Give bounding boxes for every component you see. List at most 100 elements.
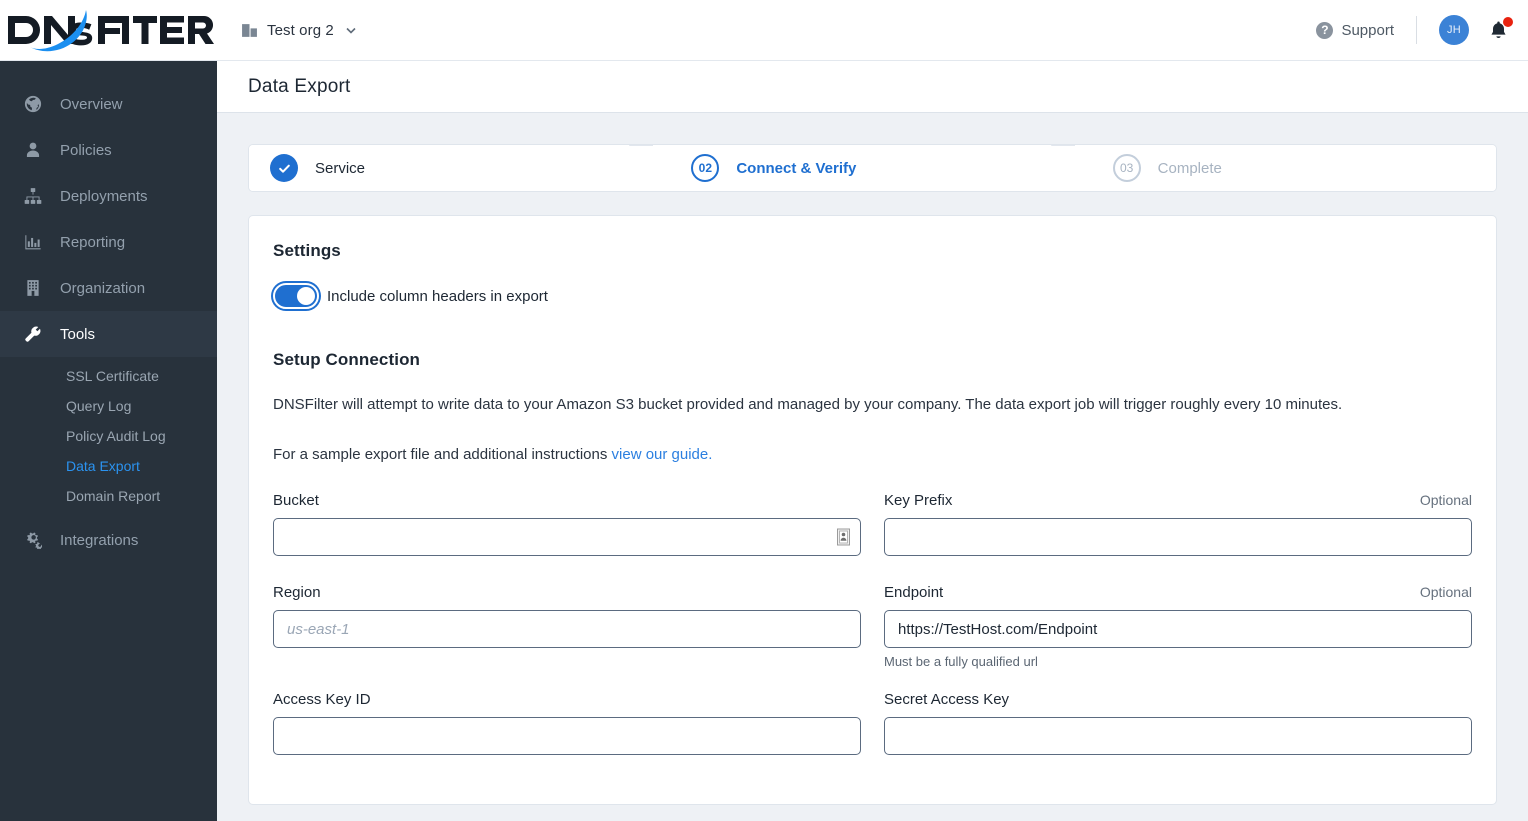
sidebar-item-tools[interactable]: Tools [0,311,217,357]
top-bar: Test org 2 ? Support JH [0,0,1528,61]
wrench-icon [25,326,41,342]
key-prefix-input[interactable] [884,518,1472,556]
field-bucket: Bucket [273,492,861,562]
bucket-input[interactable] [273,518,861,556]
sidebar-item-label: Reporting [60,233,126,251]
sidebar-item-overview[interactable]: Overview [0,81,217,127]
step-label: Service [315,159,366,177]
region-input[interactable] [273,610,861,648]
sidebar-item-label: Tools [60,325,96,343]
avatar[interactable]: JH [1439,15,1469,45]
field-head: Key Prefix Optional [884,492,1472,509]
input-wrap [273,610,861,648]
building-icon [27,280,39,296]
access-key-id-input[interactable] [273,717,861,755]
include-headers-row: Include column headers in export [273,283,1472,309]
sidebar-item-label: Integrations [60,531,139,549]
include-column-headers-label: Include column headers in export [327,287,548,305]
sidebar-item-label: Overview [60,95,123,113]
include-column-headers-toggle[interactable] [273,283,319,309]
building-icon [242,23,257,37]
sidebar-item-organization[interactable]: Organization [0,265,217,311]
secret-access-key-input[interactable] [884,717,1472,755]
field-label: Access Key ID [273,691,371,708]
chevron-down-icon [346,27,356,34]
sidebar-subitem-ssl-certificate[interactable]: SSL Certificate [0,361,217,391]
page-title: Data Export [248,75,351,97]
sidebar-item-label: Deployments [60,187,148,205]
sidebar-subitem-label: Query Log [66,398,132,414]
question-circle-icon: ? [1316,21,1334,39]
sidebar-subitem-label: Policy Audit Log [66,428,166,444]
page-header: Data Export [217,61,1528,113]
input-wrap [884,518,1472,556]
settings-card: Settings Include column headers in expor… [248,215,1497,805]
sidebar-item-policies[interactable]: Policies [0,127,217,173]
sidebar-subitem-policy-audit-log[interactable]: Policy Audit Log [0,421,217,451]
input-wrap [884,717,1472,755]
field-label: Region [273,584,321,601]
wizard-stepper: Service 02 Connect & Verify 03 Complete [248,144,1497,192]
sidebar-subitem-label: Data Export [66,458,140,474]
autofill-icon[interactable] [837,528,850,546]
org-name: Test org 2 [267,21,334,39]
dnsfilter-logo[interactable] [0,0,217,61]
field-head: Bucket [273,492,861,509]
input-wrap [884,610,1472,648]
sitemap-icon [24,188,42,204]
field-head: Endpoint Optional [884,584,1472,601]
field-region: Region [273,584,861,669]
step-connect-verify[interactable]: 02 Connect & Verify [653,145,1075,191]
endpoint-hint: Must be a fully qualified url [884,654,1038,669]
toggle-knob [297,287,315,305]
sidebar-item-label: Organization [60,279,146,297]
gears-icon [27,532,42,549]
step-badge-number: 02 [691,154,720,182]
header-divider [1416,16,1417,44]
sidebar: Overview Policies Deployments Reporting [0,61,217,821]
view-our-guide-link[interactable]: view our guide. [612,446,713,463]
support-label: Support [1341,21,1394,39]
support-button[interactable]: ? Support [1316,21,1394,39]
sidebar-item-reporting[interactable]: Reporting [0,219,217,265]
sidebar-subitem-label: Domain Report [66,488,161,504]
sidebar-item-integrations[interactable]: Integrations [0,517,217,563]
step-service[interactable]: Service [249,145,654,191]
notifications-button[interactable] [1489,16,1513,41]
setup-connection-heading: Setup Connection [273,350,421,369]
field-optional: Optional [1419,492,1472,508]
sidebar-subitem-data-export[interactable]: Data Export [0,451,217,481]
field-head: Access Key ID [273,691,861,708]
step-label: Complete [1157,159,1222,177]
field-head: Secret Access Key [884,691,1472,708]
input-wrap [273,518,861,556]
field-label: Endpoint [884,584,944,601]
sidebar-subitem-label: SSL Certificate [66,368,159,384]
step-label: Connect & Verify [736,159,857,177]
sidebar-subitem-domain-report[interactable]: Domain Report [0,481,217,511]
field-optional: Optional [1419,584,1472,600]
globe-icon [24,95,42,113]
topbar-right-cluster: ? Support JH [1316,15,1528,45]
field-label: Key Prefix [884,492,953,509]
step-complete[interactable]: 03 Complete [1074,145,1496,191]
guide-line: For a sample export file and additional … [273,442,1453,467]
tools-subnav: SSL Certificate Query Log Policy Audit L… [0,357,217,517]
sidebar-item-label: Policies [60,141,112,159]
field-access-key-id: Access Key ID [273,691,861,761]
field-secret-access-key: Secret Access Key [884,691,1472,761]
org-switcher[interactable]: Test org 2 [241,22,357,39]
connection-form: Bucket Key Prefix Optional Region us-eas… [273,492,1472,783]
field-head: Region [273,584,861,601]
field-key-prefix: Key Prefix Optional [884,492,1472,562]
sidebar-item-deployments[interactable]: Deployments [0,173,217,219]
step-badge-done [270,154,298,182]
notification-dot [1503,16,1513,27]
page-content: Service 02 Connect & Verify 03 Complete … [217,113,1528,821]
field-label: Secret Access Key [884,691,1010,708]
endpoint-input[interactable] [884,610,1472,648]
field-label: Bucket [273,492,319,509]
dnsfilter-logo-icon [8,10,214,52]
check-icon [278,164,290,173]
sidebar-subitem-query-log[interactable]: Query Log [0,391,217,421]
